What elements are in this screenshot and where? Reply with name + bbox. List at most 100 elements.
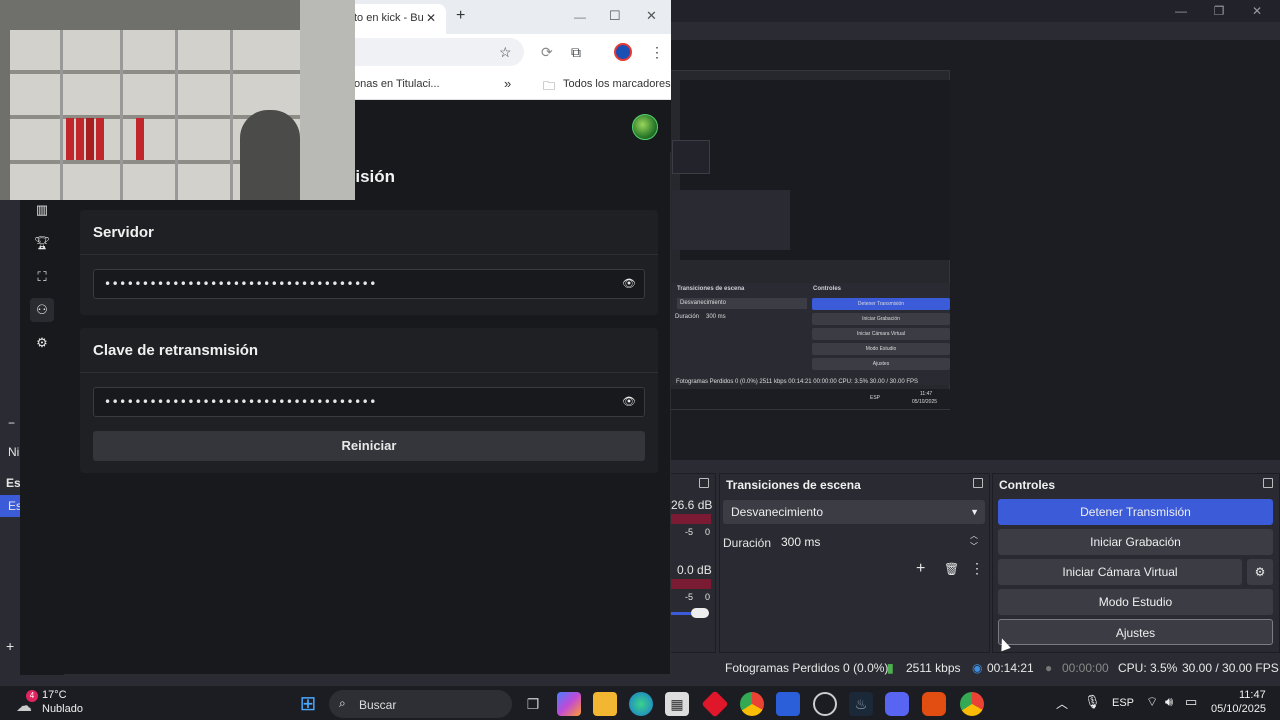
trophy-icon[interactable]: 🏆︎ xyxy=(30,231,54,255)
reset-button[interactable]: Reiniciar xyxy=(93,431,645,461)
file-explorer-icon[interactable] xyxy=(593,692,617,716)
ea-app-icon[interactable] xyxy=(922,692,946,716)
app-blue-icon[interactable] xyxy=(776,692,800,716)
profile-avatar[interactable] xyxy=(614,43,632,61)
nested-stop-stream: Detener Transmisión xyxy=(812,298,950,310)
steam-icon[interactable]: ♨ xyxy=(849,692,873,716)
stop-stream-button[interactable]: Detener Transmisión xyxy=(998,499,1273,525)
scan-icon[interactable]: ⛶ xyxy=(30,265,54,289)
chart-icon[interactable]: ▥ xyxy=(30,198,54,222)
add-transition-icon[interactable]: + xyxy=(916,560,925,578)
new-tab-button[interactable]: + xyxy=(456,7,465,25)
nested-status-text: Fotogramas Perdidos 0 (0.0%) 2511 kbps 0… xyxy=(676,379,919,385)
puzzle-icon[interactable]: ⧉ xyxy=(571,44,581,61)
user-settings-icon[interactable]: ⚇ xyxy=(30,298,54,322)
nested-taskbar: ESP 11:47 05/10/2025 xyxy=(670,389,950,409)
audio-meter-1 xyxy=(671,514,711,524)
remove-icon[interactable]: − xyxy=(8,416,15,430)
duration-label: Duración xyxy=(723,536,772,550)
weather-badge: 4 xyxy=(26,690,38,702)
weather-temp[interactable]: 17°C xyxy=(42,689,67,701)
bitrate: 2511 kbps xyxy=(906,661,961,675)
clock-date[interactable]: 05/10/2025 xyxy=(1211,703,1266,715)
volume-slider-handle[interactable] xyxy=(691,608,709,618)
task-view-icon[interactable]: ❐ xyxy=(521,692,545,716)
menu-icon[interactable]: ⋮ xyxy=(650,44,664,61)
discord-icon[interactable] xyxy=(885,692,909,716)
settings-button[interactable]: Ajustes xyxy=(998,619,1273,645)
popout-icon[interactable] xyxy=(973,478,983,488)
trash-icon[interactable]: 🗑 xyxy=(944,562,959,576)
all-bookmarks[interactable]: Todos los marcadores xyxy=(563,78,671,90)
transitions-dock: Transiciones de escena Desvanecimiento ▼… xyxy=(719,473,990,653)
popout-icon[interactable] xyxy=(1263,478,1273,488)
nested-duration-value: 300 ms xyxy=(706,314,726,320)
server-masked-value: •••••••••••••••••••••••••••••••••••• xyxy=(104,277,377,291)
gear-icon[interactable]: ⚙ xyxy=(30,331,54,355)
virtual-camera-button[interactable]: Iniciar Cámara Virtual xyxy=(998,559,1242,585)
chevron-down-icon: ▼ xyxy=(970,507,979,517)
duration-value: 300 ms xyxy=(781,535,821,549)
microphone-icon[interactable]: 🎙︎ xyxy=(1084,694,1101,710)
copilot-icon[interactable] xyxy=(557,692,581,716)
battery-icon[interactable]: ▭ xyxy=(1185,694,1197,710)
gear-icon[interactable]: ⚙ xyxy=(1247,559,1273,585)
bookmark-item[interactable]: onas en Titulaci... xyxy=(354,78,440,90)
card-divider xyxy=(80,372,658,373)
maximize-icon[interactable]: ☐ xyxy=(609,8,621,24)
studio-mode-button[interactable]: Modo Estudio xyxy=(998,589,1273,615)
popout-icon[interactable] xyxy=(699,478,709,488)
wifi-icon[interactable]: ⌔ xyxy=(1146,694,1158,710)
nested-virtual-cam: Iniciar Cámara Virtual xyxy=(812,328,950,340)
nested-clock: 11:47 xyxy=(920,391,933,397)
taskbar-search[interactable]: ⌕ Buscar xyxy=(329,690,512,718)
cloud-icon[interactable]: ☁ 4 xyxy=(16,690,38,715)
audio-db-1: 26.6 dB xyxy=(671,498,713,512)
user-avatar[interactable] xyxy=(632,114,658,140)
bookmarks-bar: onas en Titulaci... » 🗀 Todos los marcad… xyxy=(354,70,671,100)
transition-select[interactable]: Desvanecimiento ▼ xyxy=(723,500,985,524)
duration-stepper[interactable]: ︿ ﹀ xyxy=(970,530,978,552)
stream-key-field[interactable]: •••••••••••••••••••••••••••••••••••• 👁︎ xyxy=(93,387,645,417)
dropped-frames: Fotogramas Perdidos 0 (0.0%) xyxy=(725,661,889,675)
bookmarks-more-icon[interactable]: » xyxy=(504,76,511,91)
more-options-icon[interactable]: ⋮ xyxy=(970,560,984,577)
left-selected-item[interactable]: Es xyxy=(0,495,22,517)
obs-left-dock: − Ni Es + xyxy=(0,410,21,660)
record-status-icon: ● xyxy=(1045,661,1053,675)
chrome-icon[interactable] xyxy=(960,692,984,716)
browser-tab-active[interactable]: to en kick - Bu ✕ xyxy=(354,4,446,34)
start-recording-button[interactable]: Iniciar Grabación xyxy=(998,529,1273,555)
tab-close-icon[interactable]: ✕ xyxy=(426,11,436,25)
server-card: Servidor •••••••••••••••••••••••••••••••… xyxy=(80,210,658,315)
clock-time[interactable]: 11:47 xyxy=(1239,689,1266,701)
maximize-icon[interactable]: ❐ xyxy=(1202,2,1236,20)
extension-icon-1[interactable]: ⟳ xyxy=(541,44,553,61)
minimize-icon[interactable]: — xyxy=(1164,2,1198,20)
eye-icon[interactable]: 👁︎ xyxy=(622,277,636,291)
obs-icon[interactable] xyxy=(813,692,837,716)
add-icon[interactable]: + xyxy=(6,638,14,654)
cpu-usage: CPU: 3.5% xyxy=(1118,661,1178,675)
eye-icon[interactable]: 👁︎ xyxy=(622,395,636,409)
server-field[interactable]: •••••••••••••••••••••••••••••••••••• 👁︎ xyxy=(93,269,645,299)
edge-icon[interactable] xyxy=(629,692,653,716)
signal-bars-icon: ▮ xyxy=(887,661,894,675)
chevron-up-icon[interactable]: ︿ xyxy=(1056,695,1068,712)
audio-scale-2b: 0 xyxy=(705,592,711,602)
anydesk-icon[interactable] xyxy=(701,690,729,718)
duration-spinbox[interactable]: 300 ms xyxy=(773,530,963,554)
minimize-icon[interactable]: — xyxy=(574,10,586,24)
nested-lang: ESP xyxy=(870,395,881,401)
volume-icon[interactable]: 🔊︎ xyxy=(1165,694,1173,710)
left-partial-ni: Ni xyxy=(8,445,20,459)
windows-start-icon[interactable]: ⊞ xyxy=(296,692,320,716)
close-icon[interactable]: ✕ xyxy=(1240,2,1274,20)
language-indicator[interactable]: ESP xyxy=(1112,697,1134,709)
close-icon[interactable]: ✕ xyxy=(646,8,657,24)
chrome-canary-icon[interactable] xyxy=(740,692,764,716)
store-icon[interactable]: ▦ xyxy=(665,692,689,716)
star-icon[interactable]: ☆ xyxy=(499,44,512,61)
weather-desc[interactable]: Nublado xyxy=(42,703,83,715)
webcam-overlay xyxy=(0,0,355,200)
